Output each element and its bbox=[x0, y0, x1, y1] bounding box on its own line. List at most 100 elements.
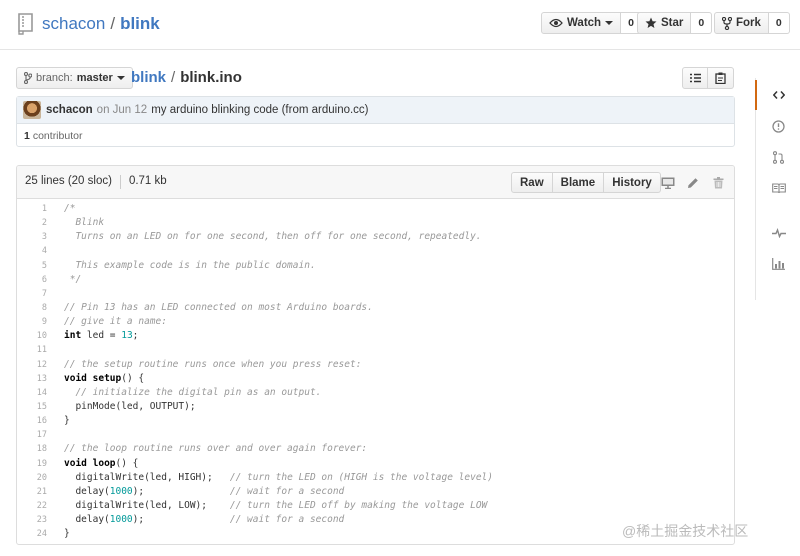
watermark: @稀土掘金技术社区 bbox=[622, 523, 749, 539]
nav-pulse[interactable] bbox=[756, 218, 800, 248]
code-listing: 1/* 2 Blink 3 Turns on an LED on for one s… bbox=[17, 199, 734, 541]
commit-summary: schacon on Jun 12 my arduino blinking co… bbox=[17, 97, 734, 124]
blame-button[interactable]: Blame bbox=[552, 172, 605, 193]
delete-file-button[interactable] bbox=[710, 175, 726, 191]
code-token: void bbox=[64, 457, 87, 469]
line-number[interactable]: 15 bbox=[17, 400, 49, 414]
code-line: 11 bbox=[17, 343, 734, 357]
file-list-button[interactable] bbox=[682, 67, 708, 89]
copy-path-button[interactable] bbox=[708, 67, 734, 89]
line-number[interactable]: 21 bbox=[17, 485, 49, 499]
code-line: 19 void loop() { bbox=[17, 457, 734, 471]
star-button[interactable]: Star bbox=[637, 12, 692, 34]
code-line: 14 // initialize the digital pin as an o… bbox=[17, 386, 734, 400]
line-number[interactable]: 14 bbox=[17, 386, 49, 400]
edit-file-button[interactable] bbox=[685, 175, 701, 191]
nav-graphs[interactable] bbox=[756, 249, 800, 279]
code-line: 5 This example code is in the public dom… bbox=[17, 259, 734, 273]
code-token: } bbox=[64, 528, 70, 540]
code-text: delay(1000); // wait for a second bbox=[49, 485, 344, 499]
code-token: // the loop routine runs over and over a… bbox=[64, 443, 368, 455]
star-count[interactable]: 0 bbox=[691, 12, 713, 34]
code-token: loop bbox=[92, 457, 116, 469]
file-size: 0.71 kb bbox=[128, 175, 167, 187]
chevron-down-icon bbox=[605, 21, 614, 25]
nav-issues[interactable] bbox=[756, 111, 800, 141]
nav-pull-requests[interactable] bbox=[756, 142, 800, 172]
line-number[interactable]: 4 bbox=[17, 244, 49, 258]
open-desktop-button[interactable] bbox=[660, 175, 676, 191]
code-text: void setup() { bbox=[49, 372, 144, 386]
line-number[interactable]: 7 bbox=[17, 287, 49, 301]
nav-wiki[interactable] bbox=[756, 173, 800, 203]
code-text: } bbox=[49, 527, 70, 541]
watch-action: Watch 0 bbox=[541, 12, 642, 34]
avatar[interactable] bbox=[23, 101, 41, 119]
code-token: pinMode(led, OUTPUT); bbox=[64, 400, 196, 412]
line-number[interactable]: 16 bbox=[17, 414, 49, 428]
line-number[interactable]: 23 bbox=[17, 513, 49, 527]
code-line: 15 pinMode(led, OUTPUT); bbox=[17, 400, 734, 414]
chevron-down-icon bbox=[116, 76, 125, 80]
code-line: 20 digitalWrite(led, HIGH); // turn the … bbox=[17, 471, 734, 485]
file-info-divider bbox=[119, 175, 121, 189]
code-line: 3 Turns on an LED on for one second, the… bbox=[17, 230, 734, 244]
watch-button[interactable]: Watch bbox=[541, 12, 622, 34]
line-number[interactable]: 1 bbox=[17, 202, 49, 216]
line-number[interactable]: 18 bbox=[17, 442, 49, 456]
history-button[interactable]: History bbox=[604, 172, 661, 193]
line-number[interactable]: 11 bbox=[17, 343, 49, 357]
line-number[interactable]: 22 bbox=[17, 499, 49, 513]
line-number[interactable]: 8 bbox=[17, 301, 49, 315]
file-header: 25 lines (20 sloc) 0.71 kb Raw Blame His… bbox=[17, 166, 734, 199]
code-text: void loop() { bbox=[49, 457, 138, 471]
nav-code[interactable] bbox=[755, 80, 800, 110]
commit-message-link[interactable]: my arduino blinking code (from arduino.c… bbox=[151, 104, 368, 116]
code-token: // wait for a second bbox=[229, 514, 345, 526]
code-token: */ bbox=[64, 273, 82, 285]
code-token: ; bbox=[132, 330, 139, 342]
line-number[interactable]: 20 bbox=[17, 471, 49, 485]
branch-selector-button[interactable]: branch: master bbox=[16, 67, 133, 89]
code-token: setup bbox=[92, 372, 122, 384]
line-number[interactable]: 24 bbox=[17, 527, 49, 541]
code-token: led = bbox=[81, 330, 122, 342]
repo-side-nav bbox=[755, 78, 800, 300]
code-text: /* bbox=[49, 202, 75, 216]
code-token: // turn the LED on (HIGH is the voltage … bbox=[229, 471, 493, 483]
breadcrumb-root-link[interactable]: blink bbox=[131, 69, 166, 86]
line-number[interactable]: 12 bbox=[17, 358, 49, 372]
contributors-row[interactable]: 1 contributor bbox=[17, 124, 734, 147]
line-number[interactable]: 3 bbox=[17, 230, 49, 244]
code-text: */ bbox=[49, 273, 81, 287]
code-line: 12 // the setup routine runs once when yo… bbox=[17, 358, 734, 372]
line-number[interactable]: 2 bbox=[17, 216, 49, 230]
breadcrumb: blink / blink.ino bbox=[131, 67, 242, 89]
fork-count[interactable]: 0 bbox=[768, 12, 790, 34]
code-token: // the setup routine runs once when you … bbox=[64, 358, 362, 370]
code-icon bbox=[772, 90, 785, 100]
code-token: () { bbox=[115, 457, 139, 469]
code-line: 22 digitalWrite(led, LOW); // turn the L… bbox=[17, 499, 734, 513]
line-number[interactable]: 6 bbox=[17, 273, 49, 287]
code-line: 10 int led = 13; bbox=[17, 329, 734, 343]
line-number[interactable]: 5 bbox=[17, 259, 49, 273]
line-number[interactable]: 13 bbox=[17, 372, 49, 386]
code-line: 8 // Pin 13 has an LED connected on most … bbox=[17, 301, 734, 315]
commit-author-link[interactable]: schacon bbox=[46, 104, 93, 116]
line-number[interactable]: 19 bbox=[17, 457, 49, 471]
line-number[interactable]: 17 bbox=[17, 428, 49, 442]
raw-button[interactable]: Raw bbox=[511, 172, 553, 193]
fork-button[interactable]: Fork bbox=[714, 12, 769, 34]
code-line: 2 Blink bbox=[17, 216, 734, 230]
line-number[interactable]: 10 bbox=[17, 329, 49, 343]
code-token: } bbox=[64, 415, 70, 427]
repo-name-link[interactable]: blink bbox=[120, 14, 160, 33]
code-token: Blink bbox=[64, 217, 105, 229]
line-number[interactable]: 9 bbox=[17, 315, 49, 329]
star-icon bbox=[645, 17, 657, 28]
code-line: 9 // give it a name: bbox=[17, 315, 734, 329]
repo-title: schacon / blink bbox=[42, 12, 160, 36]
repo-owner-link[interactable]: schacon bbox=[42, 14, 105, 33]
